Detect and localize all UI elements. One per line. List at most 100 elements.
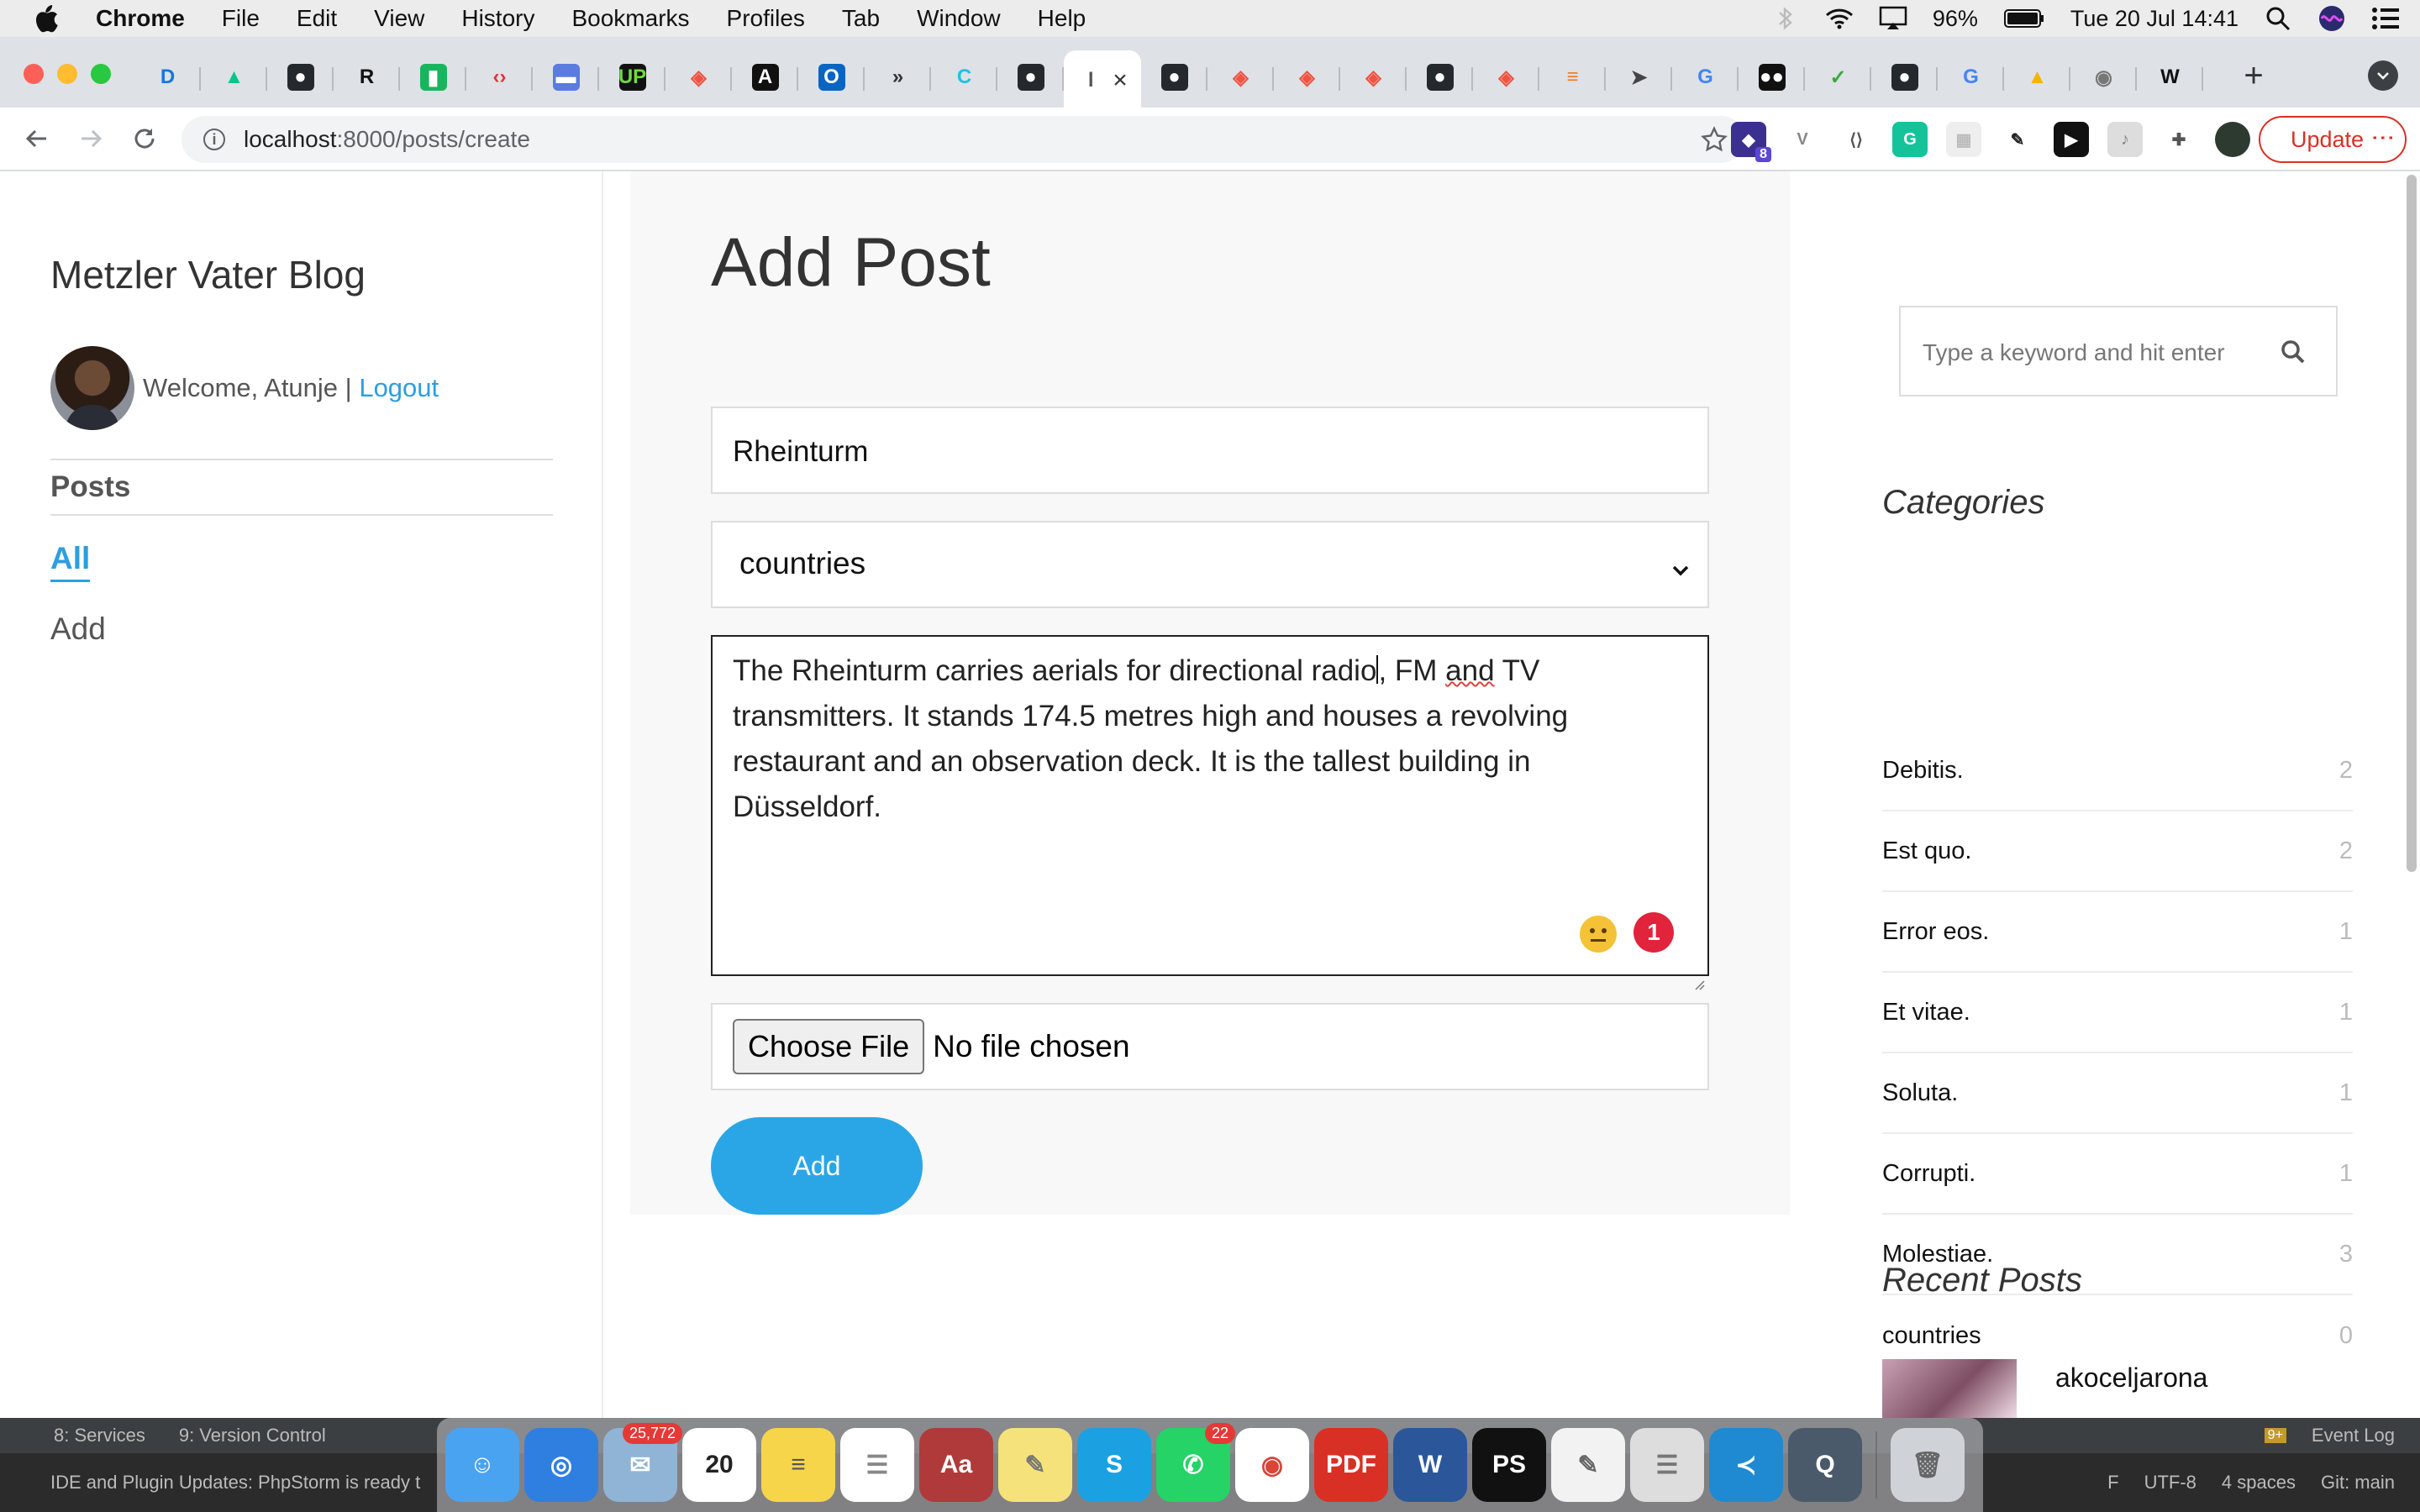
category-item[interactable]: Soluta. 1 xyxy=(1882,1053,2353,1134)
code-ext-icon[interactable]: ⟨⟩ xyxy=(1839,122,1874,157)
safari-icon[interactable]: ◎ xyxy=(524,1428,598,1502)
blog-title[interactable]: Metzler Vater Blog xyxy=(50,252,366,297)
whatsapp-icon[interactable]: ✆ 22 xyxy=(1156,1423,1235,1502)
calendar-icon[interactable]: 20 xyxy=(682,1428,756,1502)
browser-tab[interactable]: G xyxy=(1938,50,2004,104)
ide-version-control-tab[interactable]: 9: Version Control xyxy=(179,1425,326,1446)
sequel-icon[interactable]: ☰ xyxy=(1630,1428,1704,1502)
grammarly-badge[interactable]: 1 xyxy=(1634,912,1674,953)
battery-icon[interactable] xyxy=(2003,4,2045,33)
address-bar[interactable]: i localhost:8000/posts/create xyxy=(182,116,1744,163)
browser-tab[interactable]: G xyxy=(1672,50,1739,104)
menu-edit[interactable]: Edit xyxy=(297,5,337,32)
clock[interactable]: Tue 20 Jul 14:41 xyxy=(2070,6,2238,32)
browser-tab[interactable]: ◈ xyxy=(1274,50,1340,104)
file-encoding[interactable]: UTF-8 xyxy=(2144,1472,2196,1494)
browser-tab[interactable]: UP xyxy=(599,50,666,104)
nav-all-link[interactable]: All xyxy=(50,541,91,582)
bookmark-star-icon[interactable] xyxy=(1699,124,1729,155)
resize-handle-icon[interactable] xyxy=(1692,959,1706,990)
browser-tab[interactable]: ● xyxy=(1871,50,1938,104)
pdf-icon[interactable]: PDF xyxy=(1314,1428,1388,1502)
stickies-icon[interactable]: ✎ xyxy=(998,1428,1072,1502)
reload-button[interactable] xyxy=(128,122,161,155)
grammarly-icon[interactable]: G xyxy=(1892,122,1928,157)
browser-tab[interactable]: O xyxy=(798,50,865,104)
ide-notification[interactable]: IDE and Plugin Updates: PhpStorm is read… xyxy=(17,1472,420,1494)
apple-icon[interactable] xyxy=(34,3,64,34)
browser-tab[interactable]: A xyxy=(732,50,798,104)
category-item[interactable]: Debitis. 2 xyxy=(1882,731,2353,811)
recent-post-title[interactable]: akoceljarona xyxy=(2055,1362,2207,1394)
browser-tab[interactable]: ▬ xyxy=(533,50,599,104)
git-branch[interactable]: Git: main xyxy=(2321,1472,2395,1494)
wifi-icon[interactable] xyxy=(1825,4,1854,33)
post-title-input[interactable]: Rheinturm xyxy=(711,407,1709,494)
menu-view[interactable]: View xyxy=(374,5,424,32)
browser-tab[interactable]: ◉ xyxy=(2070,50,2137,104)
extension-badge-icon[interactable]: ◆ 8 xyxy=(1731,122,1771,162)
word-icon[interactable]: W xyxy=(1393,1428,1467,1502)
add-post-button[interactable]: Add xyxy=(711,1117,923,1215)
browser-tab[interactable]: ✓ xyxy=(1805,50,1871,104)
close-window-button[interactable] xyxy=(24,64,44,84)
reminders-icon[interactable]: ☰ xyxy=(840,1428,914,1502)
browser-tab[interactable]: ●● xyxy=(1739,50,1805,104)
browser-tab[interactable]: C xyxy=(931,50,997,104)
browser-tab[interactable]: D xyxy=(134,50,201,104)
notification-center-icon[interactable] xyxy=(2371,4,2400,33)
browser-tab[interactable]: ‹› xyxy=(466,50,533,104)
siri-icon[interactable] xyxy=(2317,4,2346,33)
browser-tab[interactable]: ● xyxy=(1141,50,1207,104)
logout-link[interactable]: Logout xyxy=(359,373,439,402)
category-item[interactable]: Est quo. 2 xyxy=(1882,811,2353,892)
event-log-tab[interactable]: Event Log xyxy=(2312,1425,2395,1446)
menu-profiles[interactable]: Profiles xyxy=(727,5,805,32)
grid-ext-icon[interactable]: ▦ xyxy=(1946,122,1981,157)
textedit-icon[interactable]: ✎ xyxy=(1551,1428,1625,1502)
browser-tab[interactable]: ▲ xyxy=(201,50,267,104)
update-button[interactable]: Update ⋮ xyxy=(2259,116,2407,163)
browser-tab[interactable]: ▮ xyxy=(400,50,466,104)
menu-bookmarks[interactable]: Bookmarks xyxy=(571,5,689,32)
pencil-icon[interactable]: ✎ xyxy=(2000,122,2035,157)
skype-icon[interactable]: S xyxy=(1077,1428,1151,1502)
trash-icon[interactable]: 🗑 xyxy=(1891,1428,1965,1502)
finder-icon[interactable]: ☺ xyxy=(445,1428,519,1502)
menu-window[interactable]: Window xyxy=(917,5,1001,32)
browser-tab[interactable]: ● xyxy=(267,50,334,104)
category-select[interactable]: countries xyxy=(711,521,1709,608)
chrome-icon[interactable]: ◉ xyxy=(1235,1428,1309,1502)
browser-tab[interactable]: ◈ xyxy=(1207,50,1274,104)
new-tab-button[interactable]: + xyxy=(2235,57,2272,94)
vuejs-devtools-icon[interactable]: V xyxy=(1785,122,1820,157)
site-info-icon[interactable]: i xyxy=(203,129,225,150)
zoom-window-button[interactable] xyxy=(91,64,111,84)
airplay-icon[interactable] xyxy=(1879,4,1907,33)
page-scrollbar[interactable] xyxy=(2407,175,2417,872)
menu-history[interactable]: History xyxy=(461,5,534,32)
browser-tab[interactable]: ▲ xyxy=(2004,50,2070,104)
notes-icon[interactable]: ≡ xyxy=(761,1428,835,1502)
recent-post-thumbnail[interactable] xyxy=(1882,1359,2017,1418)
browser-tab[interactable]: ➤ xyxy=(1606,50,1672,104)
browser-tab[interactable]: W xyxy=(2137,50,2203,104)
browser-tab[interactable]: » xyxy=(865,50,931,104)
menu-app-chrome[interactable]: Chrome xyxy=(96,5,185,32)
browser-tab[interactable]: ◈ xyxy=(666,50,732,104)
browser-tab[interactable]: R xyxy=(334,50,400,104)
menu-help[interactable]: Help xyxy=(1038,5,1086,32)
line-separator[interactable]: F xyxy=(2107,1472,2118,1494)
tab-search-icon[interactable] xyxy=(2368,60,2398,91)
dictionary-icon[interactable]: Aa xyxy=(919,1428,993,1502)
browser-tab[interactable]: ◈ xyxy=(1340,50,1407,104)
category-item[interactable]: Error eos. 1 xyxy=(1882,892,2353,973)
vscode-icon[interactable]: ≺ xyxy=(1709,1428,1783,1502)
profile-avatar-icon[interactable] xyxy=(2215,122,2250,157)
close-tab-icon[interactable]: × xyxy=(1113,66,1128,95)
play-icon[interactable]: ▶ xyxy=(2054,122,2089,157)
browser-tab[interactable]: ● xyxy=(997,50,1064,104)
more-menu-icon[interactable]: ⋮ xyxy=(2370,126,2396,150)
phpstorm-icon[interactable]: PS xyxy=(1472,1428,1546,1502)
browser-tab[interactable]: ≡ xyxy=(1539,50,1606,104)
